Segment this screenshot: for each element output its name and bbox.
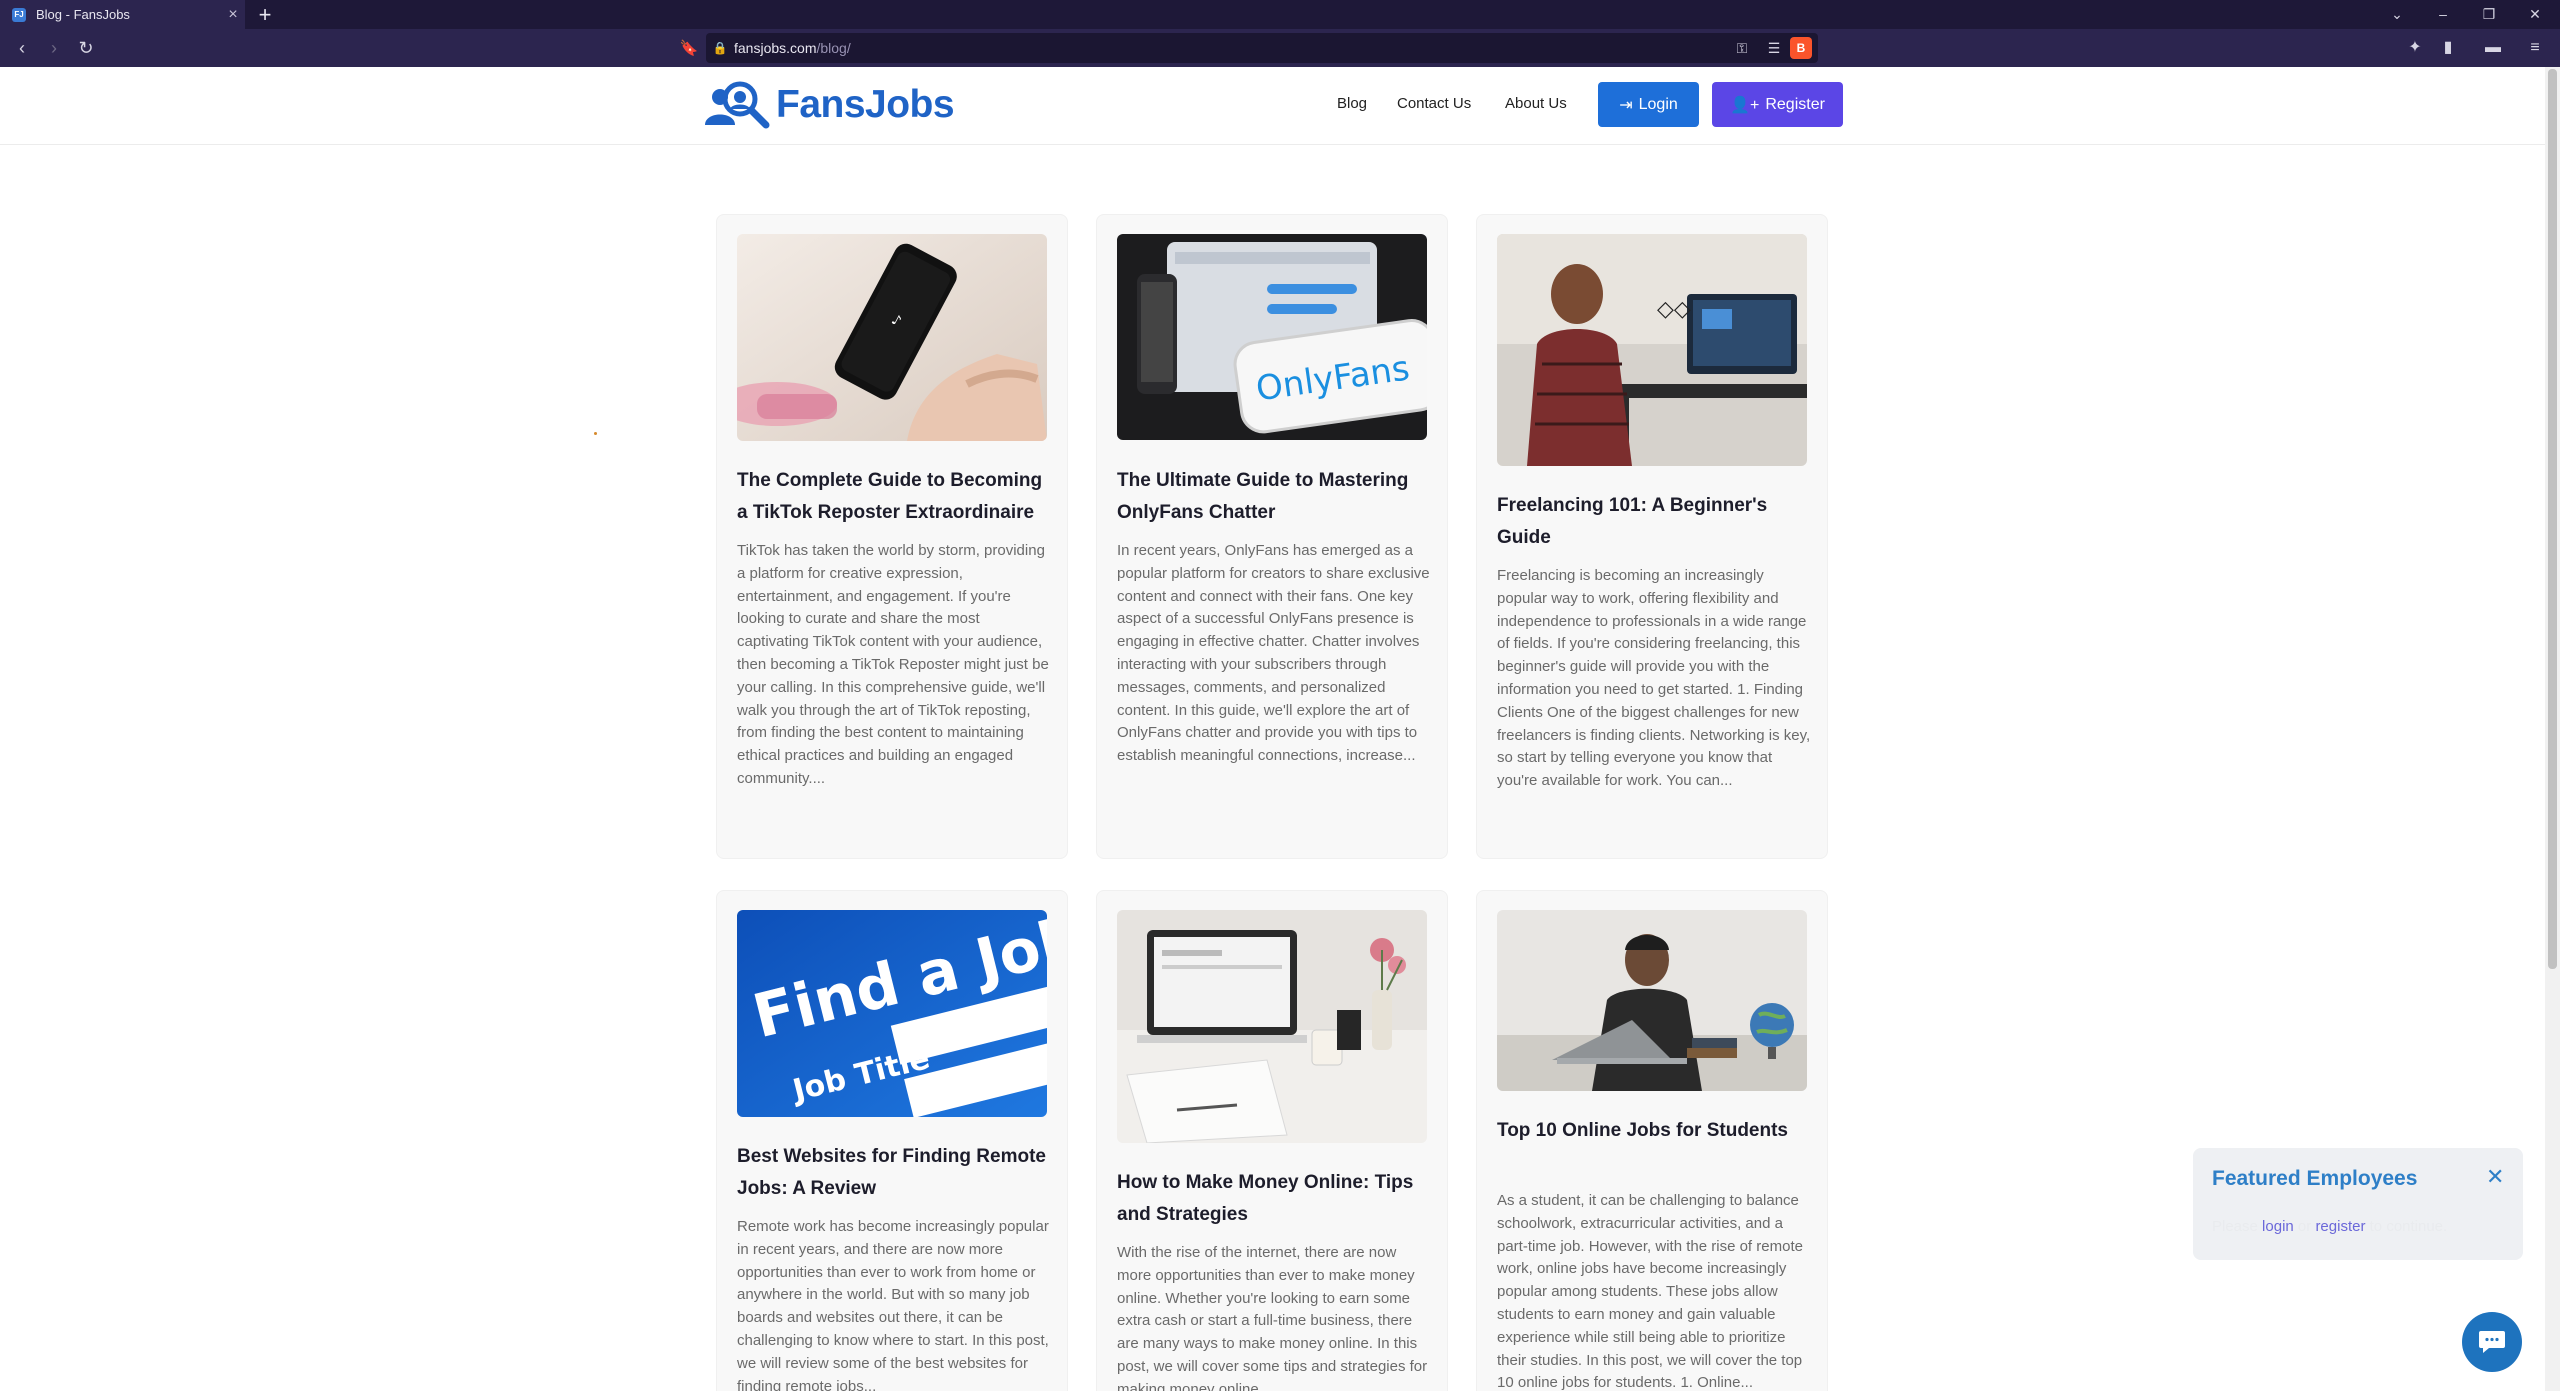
featured-title: Featured Employees [2212, 1167, 2418, 1190]
site-header: FansJobs Blog Contact Us About Us ⇥ Logi… [0, 67, 2545, 145]
post-image-onlyfans-phone[interactable]: OnlyFans [1117, 234, 1427, 440]
reader-mode-icon[interactable]: ☰ [1758, 40, 1790, 57]
featured-msg-middle: or [2293, 1218, 2316, 1235]
site-logo[interactable]: FansJobs [700, 79, 955, 131]
vpn-icon[interactable]: ▬ [2478, 34, 2508, 62]
svg-text:◇◇: ◇◇ [1657, 297, 1691, 322]
decorative-dot [594, 432, 597, 435]
post-excerpt: In recent years, OnlyFans has emerged as… [1117, 542, 1430, 765]
chat-button[interactable] [2462, 1312, 2522, 1372]
logo-people-icon [705, 81, 770, 129]
post-excerpt: TikTok has taken the world by storm, pro… [737, 542, 1049, 787]
post-title[interactable]: Top 10 Online Jobs for Students [1497, 1115, 1812, 1147]
blog-card[interactable]: How to Make Money Online: Tips and Strat… [1096, 890, 1448, 1391]
user-plus-icon: 👤+ [1730, 96, 1760, 114]
post-excerpt: Freelancing is becoming an increasingly … [1497, 567, 1811, 790]
restore-button[interactable]: ❐ [2466, 0, 2512, 29]
register-button[interactable]: 👤+ Register [1712, 82, 1843, 127]
login-button[interactable]: ⇥ Login [1598, 82, 1699, 127]
post-image-find-a-job[interactable]: Find a Job Job Title [737, 910, 1047, 1117]
login-label: Login [1638, 95, 1678, 113]
post-excerpt: As a student, it can be challenging to b… [1497, 1192, 1803, 1391]
browser-toolbar: ‹ › ↻ 🔖 🔒 fansjobs.com/blog/ ⚿ ☰ B ✦ ▮ ▬… [0, 29, 2560, 67]
url-domain: fansjobs.com [734, 40, 817, 56]
new-tab-button[interactable]: + [252, 2, 278, 28]
brave-shields-icon[interactable]: B [1790, 37, 1812, 59]
login-icon: ⇥ [1619, 96, 1633, 114]
page-scrollbar[interactable] [2545, 67, 2560, 1391]
post-title[interactable]: Freelancing 101: A Beginner's Guide [1497, 490, 1812, 554]
blog-card[interactable]: Find a Job Job Title Best Websites for F… [716, 890, 1068, 1391]
featured-message: Please login or register to continue. [2212, 1218, 2447, 1235]
post-image-phone-tiktok[interactable]: ♪ [737, 234, 1047, 441]
post-image-student-laptop[interactable] [1497, 910, 1807, 1091]
lock-icon[interactable]: 🔒 [706, 41, 734, 55]
address-bar[interactable]: 🔖 🔒 fansjobs.com/blog/ ⚿ ☰ B [680, 33, 1818, 63]
browser-tabstrip: FJ Blog - FansJobs × + ⌄ – ❐ ✕ [0, 0, 2560, 29]
reload-icon[interactable]: ↻ [72, 34, 100, 62]
post-title[interactable]: Best Websites for Finding Remote Jobs: A… [737, 1141, 1052, 1205]
close-icon[interactable]: ✕ [2486, 1164, 2504, 1190]
menu-icon[interactable]: ≡ [2520, 34, 2550, 62]
blog-card[interactable]: Top 10 Online Jobs for Students As a stu… [1476, 890, 1828, 1391]
featured-msg-after: to continue. [2365, 1218, 2448, 1235]
site-favicon-icon: FJ [12, 7, 26, 22]
browser-tab[interactable]: FJ Blog - FansJobs × [0, 0, 245, 29]
post-title[interactable]: How to Make Money Online: Tips and Strat… [1117, 1167, 1432, 1231]
url-path: /blog/ [816, 40, 851, 56]
post-excerpt: With the rise of the internet, there are… [1117, 1244, 1428, 1391]
nav-blog[interactable]: Blog [1337, 95, 1367, 112]
sidebar-icon[interactable]: ▮ [2433, 34, 2463, 62]
register-label: Register [1765, 95, 1825, 113]
minimize-button[interactable]: – [2420, 0, 2466, 29]
key-icon[interactable]: ⚿ [1726, 40, 1758, 57]
scrollbar-thumb[interactable] [2548, 69, 2557, 969]
post-title[interactable]: The Ultimate Guide to Mastering OnlyFans… [1117, 465, 1432, 529]
post-image-desk-workstation[interactable]: ◇◇ [1497, 234, 1807, 466]
logo-text: FansJobs [776, 83, 955, 126]
forward-icon[interactable]: › [40, 34, 68, 62]
featured-employees-widget: Featured Employees ✕ Please login or reg… [2193, 1148, 2523, 1260]
tab-search-icon[interactable]: ⌄ [2374, 0, 2420, 29]
extensions-icon[interactable]: ✦ [2400, 34, 2430, 62]
bookmark-icon[interactable]: 🔖 [672, 39, 706, 57]
featured-login-link[interactable]: login [2262, 1218, 2294, 1235]
blog-card[interactable]: ◇◇ Freelancing 101: A Beginner's Guide F… [1476, 214, 1828, 859]
close-tab-icon[interactable]: × [221, 6, 245, 24]
post-excerpt: Remote work has become increasingly popu… [737, 1218, 1049, 1391]
back-icon[interactable]: ‹ [8, 34, 36, 62]
featured-msg-before: Please [2212, 1218, 2263, 1235]
post-image-laptop-notebook[interactable] [1117, 910, 1427, 1143]
nav-about-us[interactable]: About Us [1505, 95, 1567, 112]
nav-contact-us[interactable]: Contact Us [1397, 95, 1471, 112]
featured-register-link[interactable]: register [2315, 1218, 2365, 1235]
tab-title: Blog - FansJobs [36, 7, 130, 22]
blog-card[interactable]: OnlyFans The Ultimate Guide to Mastering… [1096, 214, 1448, 859]
chat-icon [2479, 1331, 2505, 1353]
url-text[interactable]: fansjobs.com/blog/ [734, 40, 1726, 56]
post-title[interactable]: The Complete Guide to Becoming a TikTok … [737, 465, 1052, 529]
blog-card[interactable]: ♪ The Complete Guide to Becoming a TikTo… [716, 214, 1068, 859]
close-window-button[interactable]: ✕ [2512, 0, 2558, 29]
